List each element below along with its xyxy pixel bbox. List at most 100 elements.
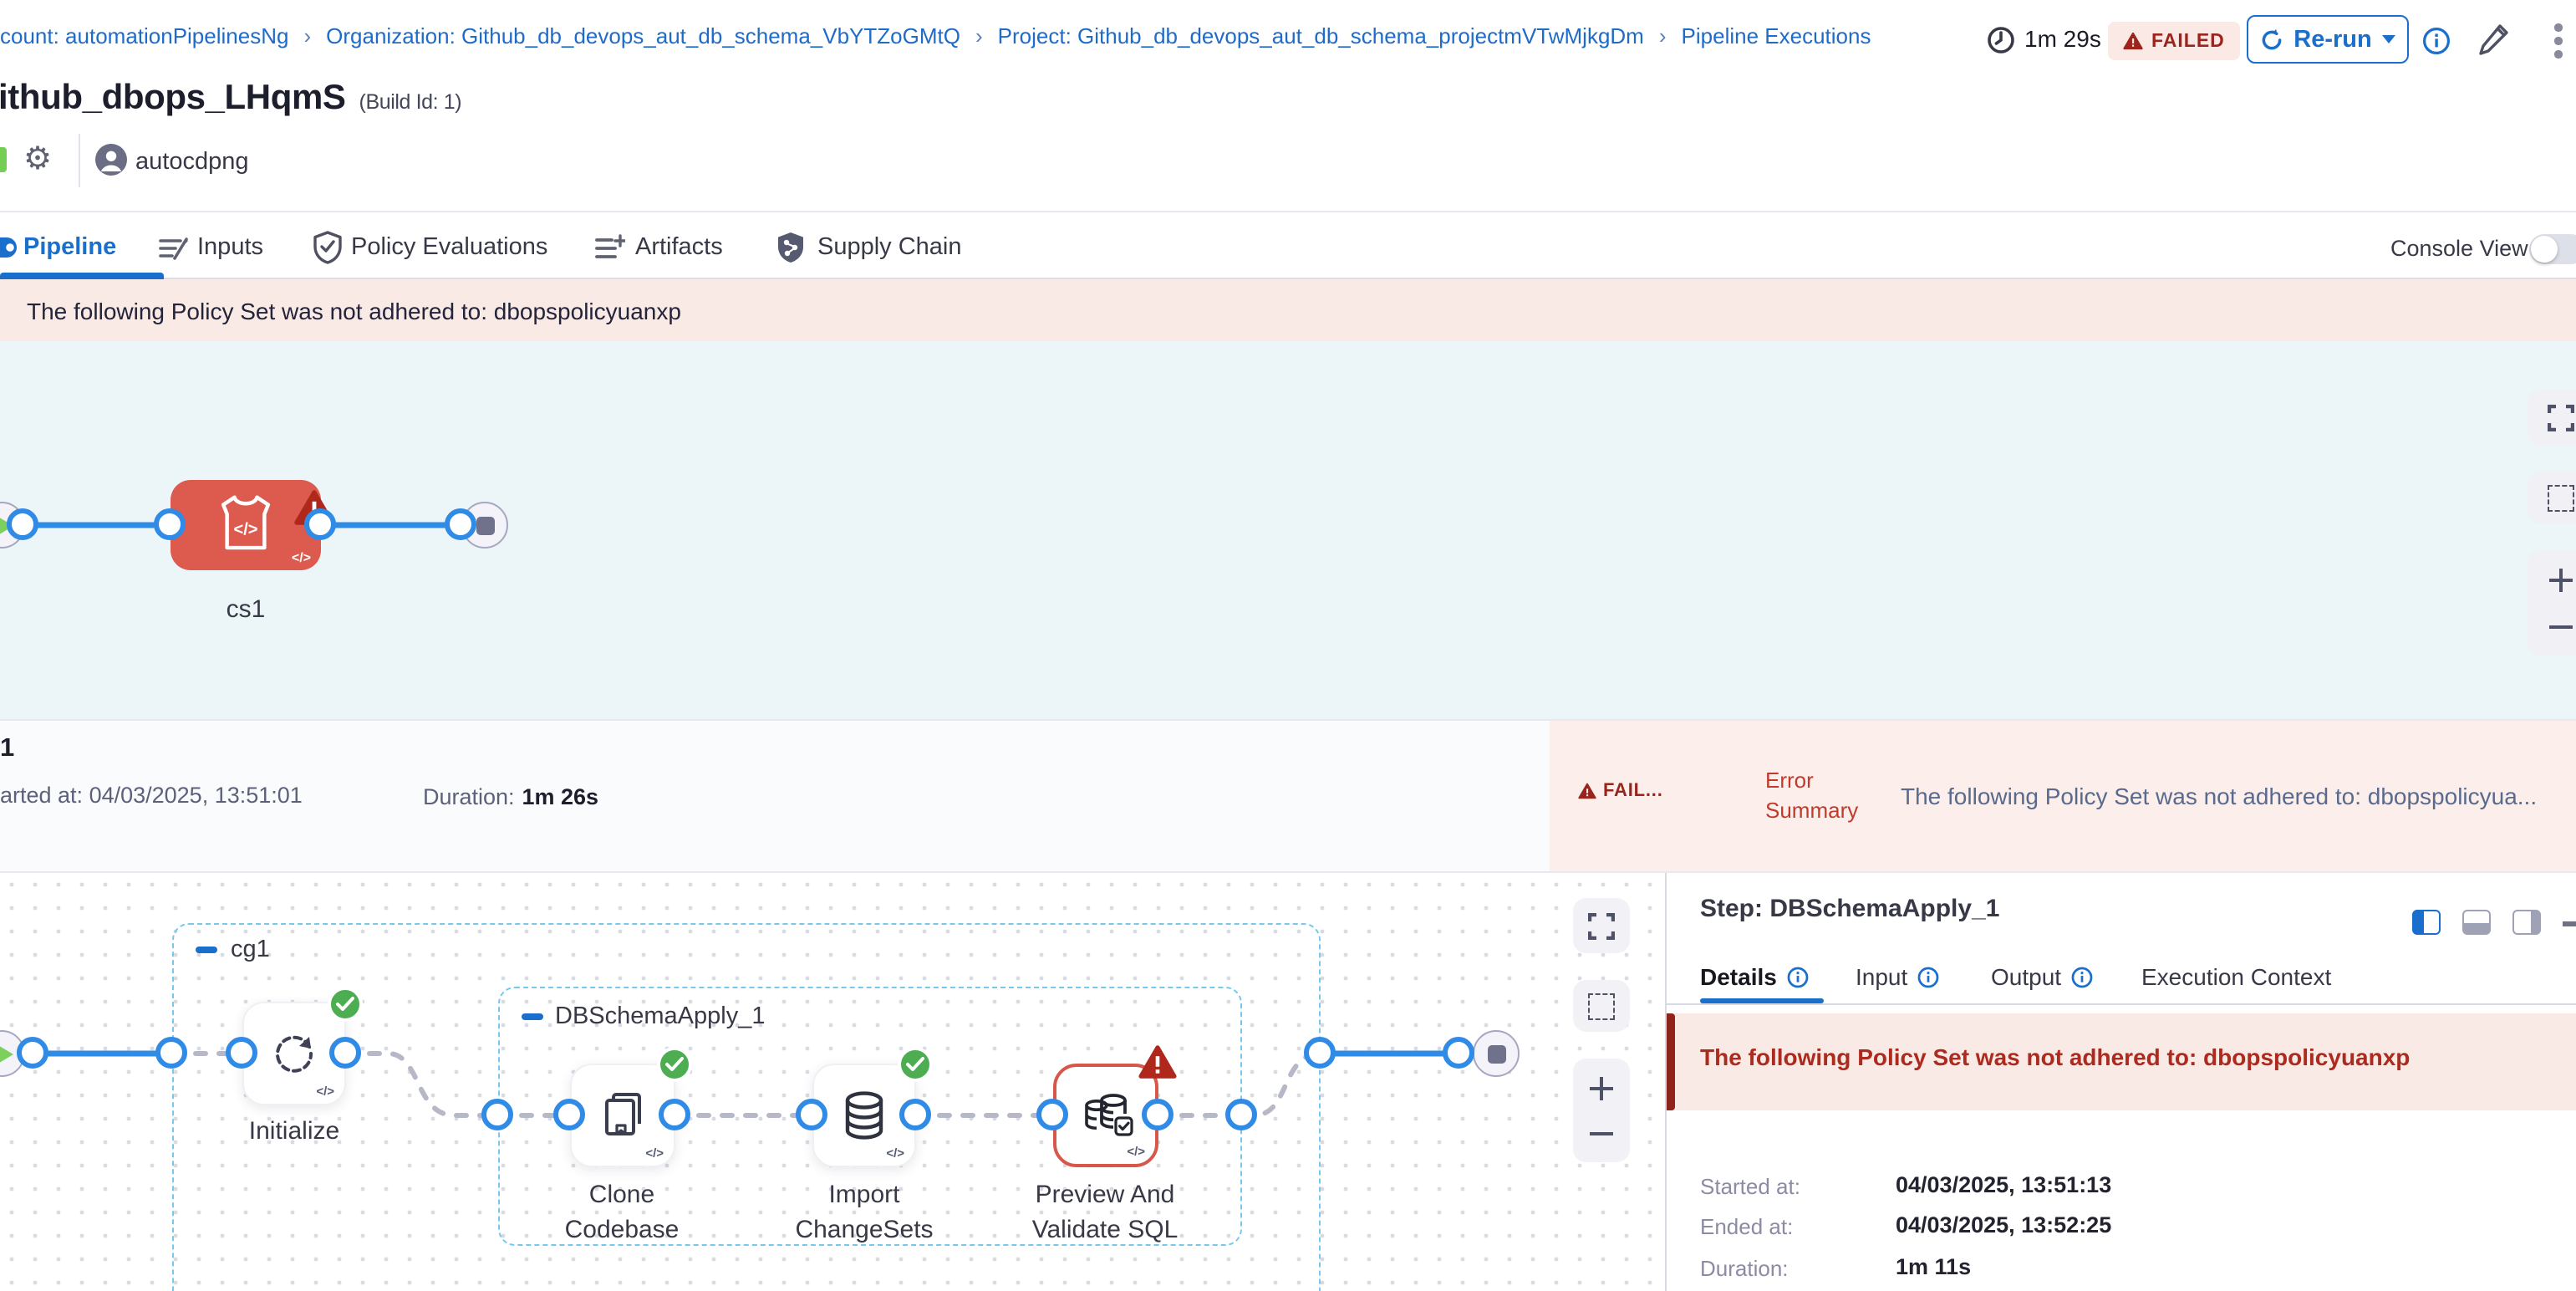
edge-port	[329, 1037, 361, 1069]
rerun-label: Re-run	[2293, 26, 2371, 53]
tab-pipeline[interactable]: Pipeline	[23, 234, 116, 261]
tag-badge	[0, 147, 6, 172]
graph-end-node	[1473, 1030, 1520, 1077]
marquee-select-button[interactable]	[1573, 980, 1630, 1032]
panel-tab-output[interactable]: Output	[1991, 963, 2093, 990]
step-label: Import	[764, 1181, 965, 1209]
detail-row-value: 04/03/2025, 13:51:13	[1896, 1172, 2111, 1197]
fit-to-screen-button[interactable]	[1573, 898, 1630, 953]
console-view-toggle[interactable]	[2529, 234, 2576, 264]
info-icon[interactable]	[1787, 966, 1809, 987]
kebab-menu-icon[interactable]	[2554, 23, 2562, 58]
info-icon[interactable]	[1917, 966, 1939, 987]
breadcrumb-project-link[interactable]: Project: Github_db_devops_aut_db_schema_…	[998, 23, 1644, 48]
zoom-out-icon[interactable]	[1588, 1120, 1615, 1146]
error-summary-message: The following Policy Set was not adhered…	[1901, 783, 2576, 809]
step-label: Codebase	[522, 1216, 722, 1244]
svg-text:</>: </>	[233, 520, 257, 538]
pipeline-name: ithub_dbops_LHqmS	[0, 79, 346, 117]
detail-row-value: 04/03/2025, 13:52:25	[1896, 1212, 2111, 1237]
layout-minimized-icon[interactable]	[2512, 910, 2541, 935]
clock-icon	[1986, 25, 2016, 55]
marquee-icon	[1588, 992, 1615, 1019]
breadcrumb-account-link[interactable]: count: automationPipelinesNg	[0, 23, 288, 48]
edge-port	[481, 1099, 513, 1130]
elapsed-time: 1m 29s	[2024, 25, 2101, 52]
info-icon[interactable]	[2422, 27, 2451, 55]
panel-tab-exec-label: Execution Context	[2141, 963, 2331, 990]
stop-icon	[1487, 1044, 1505, 1063]
warning-triangle-icon	[2123, 32, 2143, 50]
marquee-icon	[2548, 484, 2574, 511]
panel-tab-input-label: Input	[1856, 963, 1907, 990]
gear-icon[interactable]: ⚙	[23, 140, 52, 179]
warning-triangle-icon	[1578, 783, 1596, 799]
tab-artifacts[interactable]: Artifacts	[635, 234, 723, 261]
zoom-in-icon[interactable]	[2548, 566, 2574, 593]
divider	[79, 134, 80, 187]
stage-node-label: cs1	[162, 595, 329, 624]
failed-badge-icon	[1138, 1045, 1177, 1079]
triggered-by-user: autocdpng	[135, 149, 248, 176]
detail-row-label: Duration:	[1700, 1256, 1789, 1281]
layout-bottom-panel-icon[interactable]	[2462, 910, 2491, 935]
breadcrumb: count: automationPipelinesNg › Organizat…	[0, 23, 1871, 48]
fail-mini-badge: FAIL...	[1578, 781, 1663, 801]
chevron-down-icon	[2382, 35, 2395, 43]
zoom-out-icon[interactable]	[2548, 613, 2574, 640]
chevron-right-icon: ›	[1659, 23, 1667, 48]
code-glyph: </>	[292, 550, 311, 565]
edge-port	[1142, 1099, 1173, 1130]
panel-step-title: Step: DBSchemaApply_1	[1700, 895, 1999, 923]
zoom-controls[interactable]	[1573, 1059, 1630, 1162]
panel-tab-details-label: Details	[1700, 963, 1777, 990]
detail-row-label: Ended at:	[1700, 1214, 1793, 1239]
step-label: Preview And	[1005, 1181, 1205, 1209]
tab-supply-chain[interactable]: Supply Chain	[817, 234, 962, 261]
artifacts-tab-icon	[595, 234, 625, 263]
duration-value: 1m 26s	[522, 784, 598, 809]
success-badge-icon	[328, 987, 363, 1022]
edge-port	[553, 1099, 585, 1130]
zoom-in-icon[interactable]	[1588, 1074, 1615, 1101]
panel-tab-details[interactable]: Details	[1700, 963, 1809, 990]
minimize-panel-icon[interactable]	[2563, 921, 2576, 926]
rerun-button[interactable]: Re-run	[2247, 15, 2409, 64]
panel-tab-input[interactable]: Input	[1856, 963, 1939, 990]
policy-shield-icon	[313, 231, 343, 264]
edge-port	[155, 1037, 187, 1069]
fullscreen-icon	[2548, 404, 2574, 431]
step-label: Clone	[522, 1181, 722, 1209]
tab-policy-evaluations[interactable]: Policy Evaluations	[351, 234, 547, 261]
status-badge: FAILED	[2108, 22, 2240, 60]
policy-violation-banner: The following Policy Set was not adhered…	[0, 279, 2576, 341]
info-icon[interactable]	[2071, 966, 2093, 987]
chevron-right-icon: ›	[303, 23, 311, 48]
toggle-knob	[2531, 236, 2558, 263]
step-details-panel: Step: DBSchemaApply_1 Details Input Outp…	[1665, 873, 2576, 1291]
database-icon	[841, 1090, 888, 1140]
tab-inputs[interactable]: Inputs	[197, 234, 263, 261]
breadcrumb-executions-link[interactable]: Pipeline Executions	[1682, 23, 1871, 48]
edit-pencil-icon[interactable]	[2476, 20, 2512, 60]
edge-port	[1036, 1099, 1068, 1130]
panel-tab-execution-context[interactable]: Execution Context	[2141, 963, 2331, 990]
supply-chain-shield-icon	[776, 231, 806, 264]
code-glyph: </>	[1127, 1144, 1145, 1159]
edge-port	[899, 1099, 931, 1130]
edge-port	[304, 508, 336, 540]
zoom-controls[interactable]	[2528, 550, 2576, 656]
stage-summary-bar: 1 arted at: 04/03/2025, 13:51:01 Duratio…	[0, 719, 2576, 873]
build-id: (Build Id: 1)	[359, 90, 462, 114]
fit-to-screen-button[interactable]	[2528, 390, 2576, 445]
marquee-select-button[interactable]	[2528, 472, 2576, 523]
status-badge-label: FAILED	[2151, 31, 2225, 51]
duration-label: Duration:	[423, 784, 515, 809]
edge-port	[1225, 1099, 1257, 1130]
breadcrumb-org-link[interactable]: Organization: Github_db_devops_aut_db_sc…	[326, 23, 960, 48]
edge-port	[7, 508, 38, 540]
page-title: ithub_dbops_LHqmS (Build Id: 1)	[0, 79, 461, 119]
stage-name: 1	[0, 734, 14, 764]
inputs-tab-icon	[159, 234, 189, 263]
layout-right-panel-icon[interactable]	[2412, 910, 2441, 935]
